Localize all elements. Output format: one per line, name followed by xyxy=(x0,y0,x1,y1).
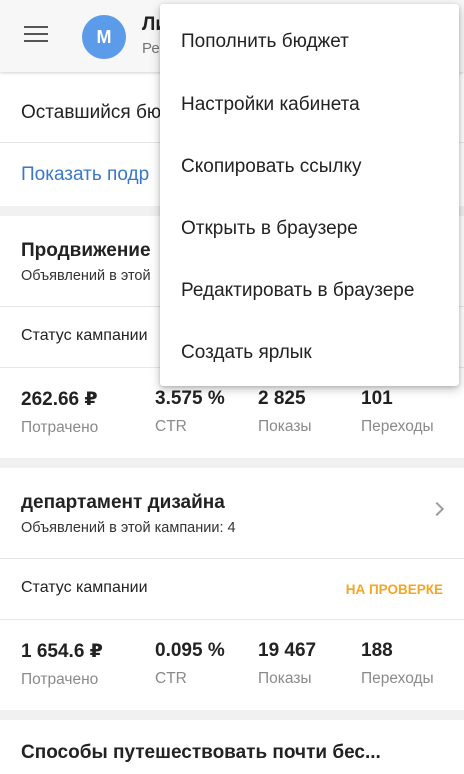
stat-clicks: 188 Переходы xyxy=(361,640,434,688)
menu-item-open-in-browser[interactable]: Открыть в браузере xyxy=(160,198,459,260)
stat-impressions: 2 825 Показы xyxy=(258,388,312,436)
remaining-budget-label: Оставшийся бю xyxy=(21,102,162,123)
stat-clicks-value: 188 xyxy=(361,640,393,661)
stat-spent-value: 262.66 ₽ xyxy=(21,389,98,410)
campaign-title: Способы путешествовать почти бес... xyxy=(21,742,381,763)
stat-spent-label: Потрачено xyxy=(21,419,99,436)
stat-spent: 1 654.6 ₽ Потрачено xyxy=(21,640,103,689)
campaign-card[interactable]: Способы путешествовать почти бес... xyxy=(0,720,464,774)
stat-ctr: 0.095 % CTR xyxy=(155,640,225,688)
stat-clicks-label: Переходы xyxy=(361,670,434,687)
campaign-status-label: Статус кампании xyxy=(21,579,148,596)
campaign-title: департамент дизайна xyxy=(21,492,225,513)
stat-clicks-label: Переходы xyxy=(361,418,434,435)
menu-item-copy-link[interactable]: Скопировать ссылку xyxy=(160,136,459,198)
campaign-header[interactable]: департамент дизайна Объявлений в этой ка… xyxy=(0,468,464,558)
campaign-ads-count: Объявлений в этой кампании: 4 xyxy=(21,520,236,536)
stat-spent-label: Потрачено xyxy=(21,671,99,688)
menu-item-edit-in-browser[interactable]: Редактировать в браузере xyxy=(160,260,459,322)
stat-ctr-label: CTR xyxy=(155,418,187,435)
stat-impressions-label: Показы xyxy=(258,418,312,435)
stat-ctr-value: 3.575 % xyxy=(155,388,225,409)
menu-item-account-settings[interactable]: Настройки кабинета xyxy=(160,74,459,136)
campaign-status-badge: НА ПРОВЕРКЕ xyxy=(345,582,443,597)
chevron-right-icon xyxy=(429,501,445,517)
stat-ctr: 3.575 % CTR xyxy=(155,388,225,436)
stat-clicks-value: 101 xyxy=(361,388,393,409)
stat-impressions-value: 2 825 xyxy=(258,388,306,409)
account-avatar[interactable]: М xyxy=(82,15,126,59)
stat-impressions-label: Показы xyxy=(258,670,312,687)
campaign-status-label: Статус кампании xyxy=(21,327,148,344)
overflow-menu: Пополнить бюджет Настройки кабинета Скоп… xyxy=(160,4,459,386)
stat-spent-value: 1 654.6 ₽ xyxy=(21,641,103,662)
stat-ctr-label: CTR xyxy=(155,670,187,687)
stat-ctr-value: 0.095 % xyxy=(155,640,225,661)
hamburger-menu-icon[interactable] xyxy=(24,26,48,46)
show-details-link[interactable]: Показать подр xyxy=(21,164,149,186)
campaign-status-row: Статус кампании НА ПРОВЕРКЕ xyxy=(0,559,464,619)
stat-impressions-value: 19 467 xyxy=(258,640,317,661)
campaign-ads-count: Объявлений в этой xyxy=(21,268,151,284)
menu-item-create-shortcut[interactable]: Создать ярлык xyxy=(160,322,459,384)
campaign-card: департамент дизайна Объявлений в этой ка… xyxy=(0,468,464,710)
campaign-title: Продвижение xyxy=(21,240,151,261)
menu-item-top-up-budget[interactable]: Пополнить бюджет xyxy=(160,11,459,73)
stat-spent: 262.66 ₽ Потрачено xyxy=(21,388,98,437)
stat-impressions: 19 467 Показы xyxy=(258,640,316,688)
stat-clicks: 101 Переходы xyxy=(361,388,434,436)
account-subtitle: Ре xyxy=(142,40,160,57)
divider xyxy=(0,619,464,620)
